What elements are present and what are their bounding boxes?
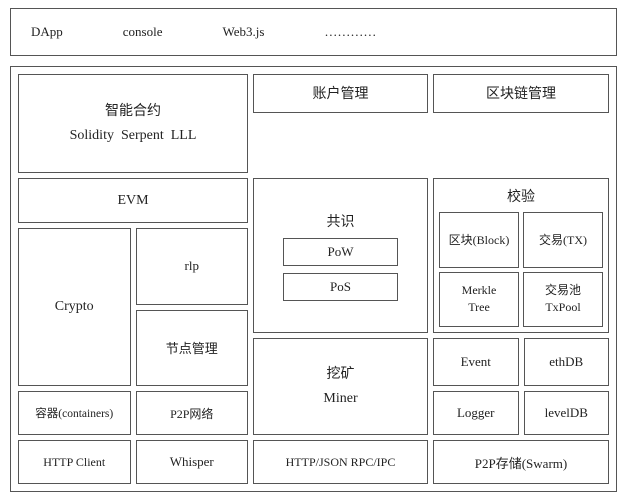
account-mgmt-cell: 账户管理 — [253, 74, 428, 113]
validation-grid: 区块(Block) 交易(TX) MerkleTree 交易池TxPool — [439, 212, 603, 327]
crypto-cell: Crypto — [18, 228, 131, 386]
containers-cell: 容器(containers) — [18, 391, 131, 435]
whisper-cell: Whisper — [136, 440, 249, 484]
blockchain-mgmt-cell: 区块链管理 — [433, 74, 609, 113]
logger-leveldb-row: Logger levelDB — [433, 391, 609, 435]
mining-cell: 挖矿Miner — [253, 338, 428, 435]
validation-label: 校验 — [439, 184, 603, 208]
evm-cell: EVM — [18, 178, 248, 223]
event-cell: Event — [433, 338, 519, 386]
http-whisper-row: HTTP Client Whisper — [18, 440, 248, 484]
p2p-storage-cell: P2P存储(Swarm) — [433, 440, 609, 484]
txpool-cell: 交易池TxPool — [523, 272, 603, 328]
ethdb-cell: ethDB — [524, 338, 610, 386]
top-bar-web3: Web3.js — [223, 24, 265, 40]
smart-contract-cell: 智能合约Solidity Serpent LLL — [18, 74, 248, 173]
consensus-cell: 共识 PoW PoS — [253, 178, 428, 333]
main-diagram: 智能合约Solidity Serpent LLL 账户管理 区块链管理 EVM … — [10, 66, 617, 492]
top-bar-console: console — [123, 24, 163, 40]
leveldb-cell: levelDB — [524, 391, 610, 435]
top-bar-ellipsis: ………… — [324, 24, 376, 40]
http-json-rpc-cell: HTTP/JSON RPC/IPC — [253, 440, 428, 484]
p2p-cell: P2P网络 — [136, 391, 249, 435]
rlp-cell: rlp — [136, 228, 249, 305]
pow-cell: PoW — [283, 238, 399, 266]
tx-cell: 交易(TX) — [523, 212, 603, 268]
node-mgmt-cell: 节点管理 — [136, 310, 249, 387]
validation-outer: 校验 区块(Block) 交易(TX) MerkleTree 交易池TxPool — [433, 178, 609, 333]
top-bar-dapp: DApp — [31, 24, 63, 40]
pos-cell: PoS — [283, 273, 399, 301]
row-1-2: 智能合约Solidity Serpent LLL 账户管理 区块链管理 — [18, 74, 609, 173]
http-client-cell: HTTP Client — [18, 440, 131, 484]
event-ethdb-row: Event ethDB — [433, 338, 609, 386]
top-bar: DApp console Web3.js ………… — [10, 8, 617, 56]
main-content-grid: EVM 共识 PoW PoS 校验 区块(Block) — [18, 178, 609, 484]
logger-cell: Logger — [433, 391, 519, 435]
crypto-area: Crypto rlp 节点管理 — [18, 228, 248, 386]
block-cell: 区块(Block) — [439, 212, 519, 268]
merkle-tree-cell: MerkleTree — [439, 272, 519, 328]
containers-p2p-row: 容器(containers) P2P网络 — [18, 391, 248, 435]
